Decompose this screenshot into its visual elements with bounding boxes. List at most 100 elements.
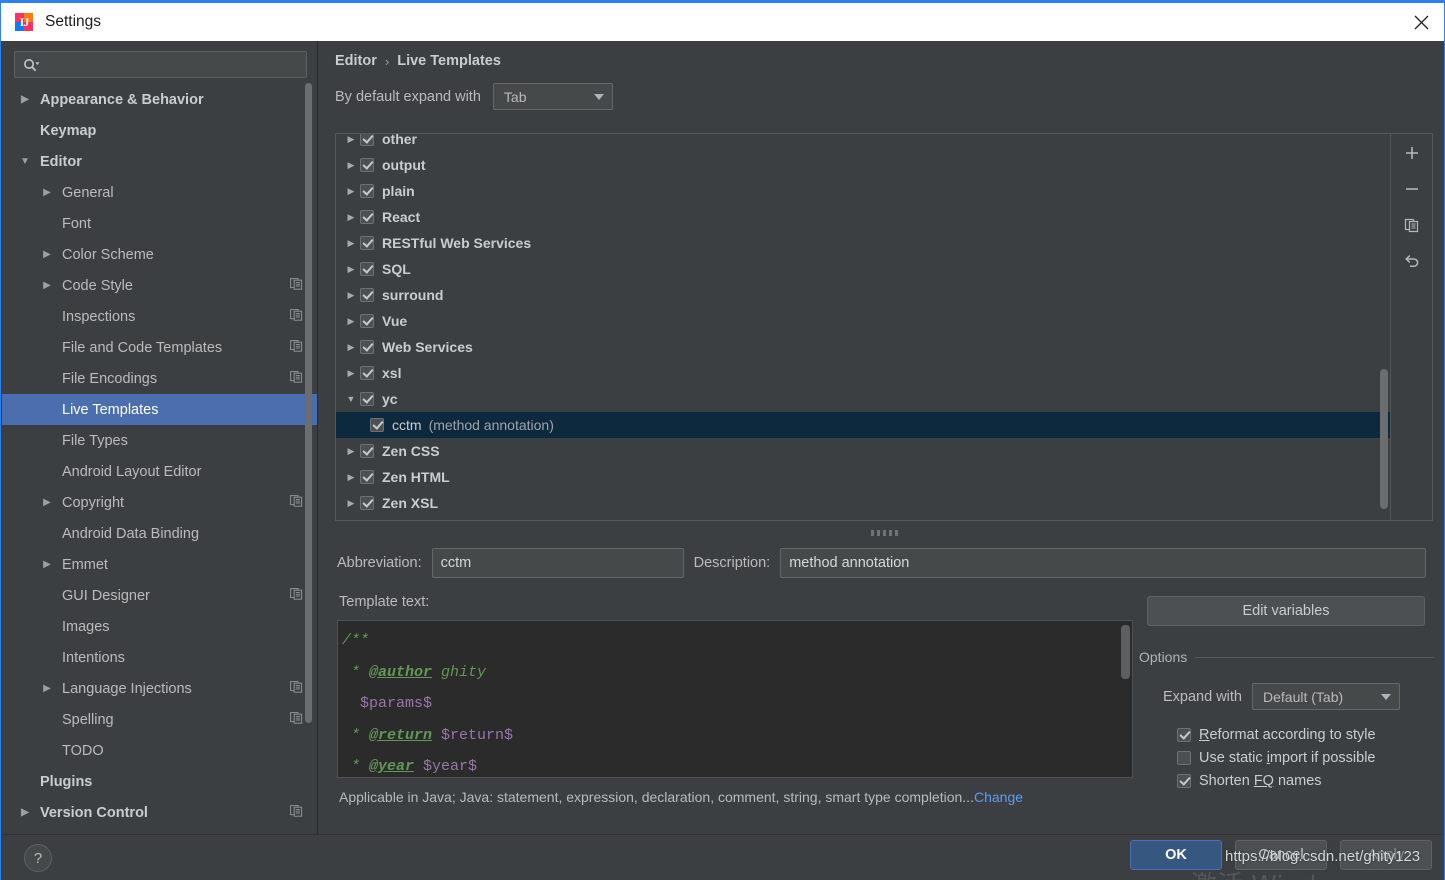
- template-tree-row[interactable]: ▶ Web Services: [336, 334, 1390, 360]
- template-enabled-checkbox[interactable]: [360, 262, 374, 276]
- panel-splitter[interactable]: [335, 526, 1433, 540]
- template-tree-row[interactable]: ▶ output: [336, 152, 1390, 178]
- option-checkbox-row[interactable]: Use static import if possible: [1177, 750, 1376, 766]
- template-tree-row[interactable]: ▶ Zen XSL: [336, 490, 1390, 516]
- template-tree-row[interactable]: ▼ yc: [336, 386, 1390, 412]
- chevron-right-icon[interactable]: ▶: [342, 368, 360, 379]
- copy-settings-icon[interactable]: [290, 277, 303, 294]
- template-enabled-checkbox[interactable]: [360, 314, 374, 328]
- template-enabled-checkbox[interactable]: [360, 184, 374, 198]
- template-enabled-checkbox[interactable]: [360, 392, 374, 406]
- template-tree-row[interactable]: ▶ plain: [336, 178, 1390, 204]
- template-enabled-checkbox[interactable]: [360, 470, 374, 484]
- sidebar-item-gui-designer[interactable]: ▶GUI Designer: [2, 580, 317, 611]
- editor-scrollbar-thumb[interactable]: [1121, 625, 1130, 679]
- chevron-right-icon[interactable]: ▶: [40, 682, 54, 696]
- chevron-right-icon[interactable]: ▶: [342, 186, 360, 197]
- chevron-right-icon[interactable]: ▶: [342, 238, 360, 249]
- template-tree-row[interactable]: ▶ xsl: [336, 360, 1390, 386]
- chevron-down-icon[interactable]: ▼: [342, 394, 360, 404]
- copy-settings-icon[interactable]: [290, 494, 303, 511]
- edit-variables-button[interactable]: Edit variables: [1147, 596, 1425, 626]
- template-enabled-checkbox[interactable]: [360, 236, 374, 250]
- expand-with-dropdown[interactable]: Default (Tab): [1252, 683, 1400, 710]
- chevron-right-icon[interactable]: ▶: [342, 472, 360, 483]
- template-enabled-checkbox[interactable]: [370, 418, 384, 432]
- copy-settings-icon[interactable]: [290, 804, 303, 821]
- sidebar-item-inspections[interactable]: ▶Inspections: [2, 301, 317, 332]
- sidebar-item-color-scheme[interactable]: ▶ Color Scheme: [2, 239, 317, 270]
- template-enabled-checkbox[interactable]: [360, 210, 374, 224]
- option-checkbox-row[interactable]: Shorten FQ names: [1177, 773, 1322, 789]
- sidebar-item-appearance-behavior[interactable]: ▶ Appearance & Behavior: [2, 84, 317, 115]
- revert-icon[interactable]: [1401, 250, 1423, 272]
- template-tree-row[interactable]: cctm (method annotation): [336, 412, 1390, 438]
- template-tree-row[interactable]: ▶ Zen CSS: [336, 438, 1390, 464]
- chevron-right-icon[interactable]: ▶: [342, 342, 360, 353]
- chevron-right-icon[interactable]: ▶: [342, 290, 360, 301]
- minus-icon[interactable]: [1401, 178, 1423, 200]
- sidebar-item-file-and-code-templates[interactable]: ▶File and Code Templates: [2, 332, 317, 363]
- chevron-right-icon[interactable]: ▶: [40, 279, 54, 293]
- template-tree-row[interactable]: ▶ Vue: [336, 308, 1390, 334]
- template-enabled-checkbox[interactable]: [360, 366, 374, 380]
- plus-icon[interactable]: [1401, 142, 1423, 164]
- search-box[interactable]: [14, 51, 307, 78]
- template-tree-row[interactable]: ▶ SQL: [336, 256, 1390, 282]
- sidebar-item-intentions[interactable]: ▶Intentions: [2, 642, 317, 673]
- sidebar-item-copyright[interactable]: ▶ Copyright: [2, 487, 317, 518]
- template-enabled-checkbox[interactable]: [360, 288, 374, 302]
- template-tree-row[interactable]: ▶ RESTful Web Services: [336, 230, 1390, 256]
- template-enabled-checkbox[interactable]: [360, 158, 374, 172]
- chevron-down-icon[interactable]: ▼: [18, 155, 32, 169]
- chevron-right-icon[interactable]: ▶: [18, 806, 32, 820]
- templates-scrollbar-thumb[interactable]: [1380, 369, 1388, 509]
- template-tree-row[interactable]: ▶ other: [336, 134, 1390, 152]
- copy-settings-icon[interactable]: [290, 308, 303, 325]
- sidebar-item-file-types[interactable]: ▶File Types: [2, 425, 317, 456]
- copy-settings-icon[interactable]: [290, 370, 303, 387]
- sidebar-item-language-injections[interactable]: ▶ Language Injections: [2, 673, 317, 704]
- chevron-right-icon[interactable]: ▶: [342, 446, 360, 457]
- sidebar-item-keymap[interactable]: ▶Keymap: [2, 115, 317, 146]
- option-checkbox[interactable]: [1177, 774, 1191, 788]
- template-tree-row[interactable]: ▶ React: [336, 204, 1390, 230]
- sidebar-item-general[interactable]: ▶ General: [2, 177, 317, 208]
- abbreviation-input[interactable]: [431, 548, 684, 578]
- template-enabled-checkbox[interactable]: [360, 340, 374, 354]
- breadcrumb-parent[interactable]: Editor: [335, 53, 377, 69]
- template-tree-row[interactable]: ▶ Zen HTML: [336, 464, 1390, 490]
- sidebar-item-font[interactable]: ▶Font: [2, 208, 317, 239]
- copy-settings-icon[interactable]: [290, 680, 303, 697]
- chevron-right-icon[interactable]: ▶: [342, 134, 360, 145]
- sidebar-scrollbar-thumb[interactable]: [305, 83, 312, 723]
- template-tree-row[interactable]: ▶ surround: [336, 282, 1390, 308]
- template-text-editor[interactable]: /** * @author ghity $params$ * @return $…: [337, 620, 1133, 778]
- change-context-link[interactable]: Change: [974, 789, 1023, 805]
- sidebar-item-todo[interactable]: ▶TODO: [2, 735, 317, 766]
- chevron-right-icon[interactable]: ▶: [40, 186, 54, 200]
- sidebar-item-spelling[interactable]: ▶Spelling: [2, 704, 317, 735]
- chevron-right-icon[interactable]: ▶: [342, 264, 360, 275]
- close-icon[interactable]: [1398, 3, 1444, 41]
- chevron-right-icon[interactable]: ▶: [40, 558, 54, 572]
- template-enabled-checkbox[interactable]: [360, 134, 374, 146]
- description-input[interactable]: [780, 548, 1426, 578]
- option-checkbox[interactable]: [1177, 751, 1191, 765]
- sidebar-item-editor[interactable]: ▼ Editor: [2, 146, 317, 177]
- template-enabled-checkbox[interactable]: [360, 496, 374, 510]
- copy-settings-icon[interactable]: [290, 711, 303, 728]
- chevron-right-icon[interactable]: ▶: [342, 316, 360, 327]
- option-checkbox[interactable]: [1177, 728, 1191, 742]
- template-text-code[interactable]: /** * @author ghity $params$ * @return $…: [338, 621, 1132, 777]
- sidebar-item-live-templates[interactable]: ▶Live Templates: [2, 394, 317, 425]
- default-expand-dropdown[interactable]: Tab: [492, 83, 613, 110]
- sidebar-item-file-encodings[interactable]: ▶File Encodings: [2, 363, 317, 394]
- sidebar-item-images[interactable]: ▶Images: [2, 611, 317, 642]
- chevron-right-icon[interactable]: ▶: [40, 248, 54, 262]
- sidebar-item-code-style[interactable]: ▶ Code Style: [2, 270, 317, 301]
- copy-settings-icon[interactable]: [290, 587, 303, 604]
- sidebar-item-android-layout-editor[interactable]: ▶Android Layout Editor: [2, 456, 317, 487]
- sidebar-scrollbar[interactable]: [305, 83, 315, 834]
- help-button[interactable]: ?: [24, 844, 52, 872]
